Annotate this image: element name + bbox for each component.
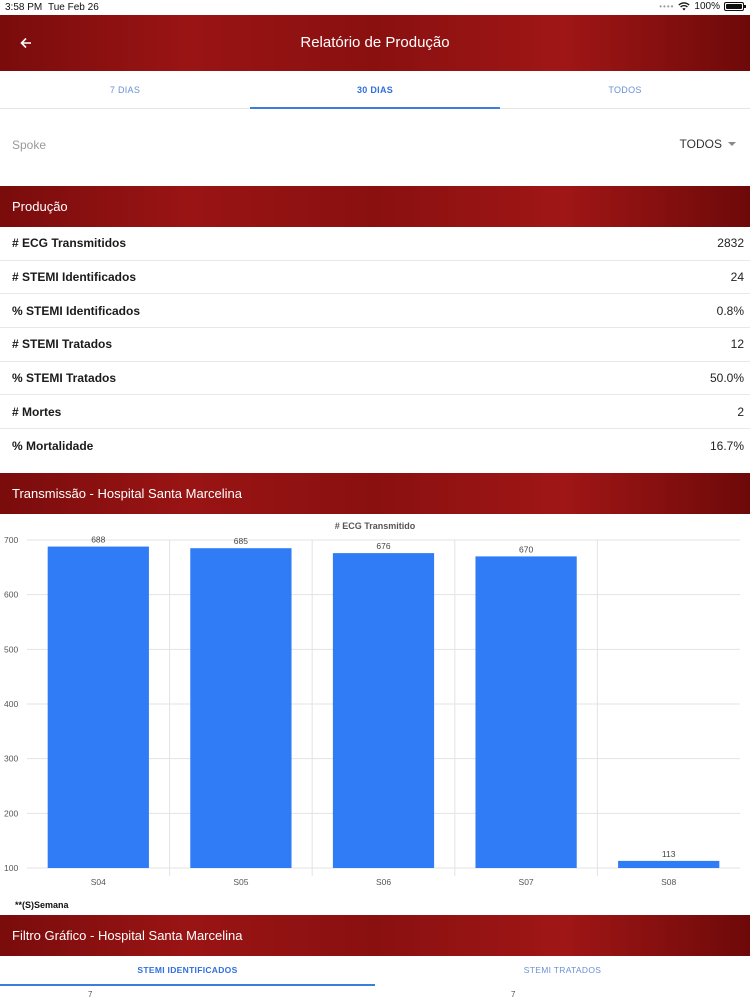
wifi-icon bbox=[678, 2, 691, 11]
y-tick-label: 200 bbox=[4, 808, 18, 818]
status-time: 3:58 PM bbox=[5, 2, 43, 13]
status-right: •••• 100% bbox=[659, 1, 746, 12]
status-date: Tue Feb 26 bbox=[48, 2, 99, 13]
producao-stats: # ECG Transmitidos 2832 # STEMI Identifi… bbox=[0, 227, 750, 463]
stat-row: % Mortalidade 16.7% bbox=[0, 429, 750, 463]
y-tick-label: 300 bbox=[4, 754, 18, 764]
spoke-select[interactable]: TODOS bbox=[680, 137, 736, 151]
stat-row: # Mortes 2 bbox=[0, 395, 750, 430]
bar bbox=[475, 556, 577, 868]
ecg-chart: # ECG Transmitido 100 200 300 400 500 600 700 68… bbox=[0, 514, 750, 915]
tab-stemi-tratados[interactable]: STEMI TRATADOS bbox=[375, 956, 750, 986]
filtro-header: Filtro Gráfico - Hospital Santa Marcelin… bbox=[0, 915, 750, 956]
caret-down-icon bbox=[728, 142, 736, 146]
period-tabs: 7 DIAS 30 DIAS TODOS bbox=[0, 71, 750, 109]
producao-header: Produção bbox=[0, 186, 750, 227]
stat-row: # STEMI Identificados 24 bbox=[0, 261, 750, 295]
bar bbox=[190, 548, 292, 868]
peek-value-left: 7 bbox=[88, 990, 93, 999]
stat-value: 16.7% bbox=[709, 438, 744, 453]
stat-value: 24 bbox=[730, 270, 744, 285]
stat-value: 0.8% bbox=[716, 303, 744, 318]
app-bar: Relatório de Produção bbox=[0, 15, 750, 71]
y-tick-label: 400 bbox=[4, 699, 18, 709]
peek-value-right: 7 bbox=[511, 990, 516, 999]
y-tick-label: 500 bbox=[4, 644, 18, 654]
spoke-label: Spoke bbox=[12, 138, 47, 152]
bar bbox=[618, 860, 720, 868]
status-bar: 3:58 PM Tue Feb 26 •••• 100% bbox=[0, 0, 750, 15]
battery-icon bbox=[724, 2, 746, 11]
stat-label: # Mortes bbox=[12, 404, 62, 419]
spoke-select-value: TODOS bbox=[679, 137, 722, 151]
chart-footnote: **(S)Semana bbox=[15, 900, 69, 910]
stat-label: % Mortalidade bbox=[12, 438, 94, 453]
stat-row: % STEMI Identificados 0.8% bbox=[0, 294, 750, 329]
bar-value-label: 670 bbox=[519, 544, 533, 554]
signal-dots-icon: •••• bbox=[659, 2, 675, 11]
tab-7-dias[interactable]: 7 DIAS bbox=[0, 71, 250, 108]
stat-label: # STEMI Tratados bbox=[12, 337, 113, 352]
filtro-tabs: STEMI IDENTIFICADOS STEMI TRATADOS bbox=[0, 956, 750, 986]
tab-30-dias[interactable]: 30 DIAS bbox=[250, 71, 500, 109]
x-tick-label: S08 bbox=[661, 877, 676, 887]
stat-row: # STEMI Tratados 12 bbox=[0, 328, 750, 362]
y-tick-label: 700 bbox=[4, 535, 18, 545]
ecg-bar-chart: # ECG Transmitido 100 200 300 400 500 600 700 68… bbox=[4, 521, 740, 887]
bar bbox=[332, 553, 435, 868]
stat-row: % STEMI Tratados 50.0% bbox=[0, 362, 750, 396]
spoke-filter-row: Spoke TODOS bbox=[0, 110, 750, 186]
stat-row: # ECG Transmitidos 2832 bbox=[0, 227, 750, 261]
page-title: Relatório de Produção bbox=[300, 34, 450, 51]
stat-value: 2 bbox=[737, 404, 744, 419]
tab-stemi-identificados[interactable]: STEMI IDENTIFICADOS bbox=[0, 956, 375, 986]
bar-value-label: 688 bbox=[91, 535, 105, 545]
chart-title: # ECG Transmitido bbox=[335, 521, 416, 531]
bar-value-label: 685 bbox=[234, 536, 248, 546]
x-tick-label: S05 bbox=[233, 877, 248, 887]
x-tick-label: S07 bbox=[519, 877, 534, 887]
tab-todos[interactable]: TODOS bbox=[500, 71, 750, 108]
bar-value-label: 113 bbox=[662, 849, 676, 859]
stat-label: % STEMI Tratados bbox=[12, 371, 117, 386]
stat-value: 50.0% bbox=[709, 371, 744, 386]
x-tick-label: S04 bbox=[91, 877, 106, 887]
bar bbox=[47, 546, 149, 868]
x-tick-label: S06 bbox=[376, 877, 391, 887]
stat-value: 12 bbox=[730, 337, 744, 352]
battery-percent: 100% bbox=[694, 1, 720, 12]
stat-label: % STEMI Identificados bbox=[12, 303, 141, 318]
y-tick-label: 600 bbox=[4, 590, 18, 600]
stat-value: 2832 bbox=[717, 236, 744, 251]
stat-label: # ECG Transmitidos bbox=[12, 236, 127, 251]
bar-value-label: 676 bbox=[376, 541, 390, 551]
transmissao-header: Transmissão - Hospital Santa Marcelina bbox=[0, 473, 750, 514]
stat-label: # STEMI Identificados bbox=[12, 270, 137, 285]
y-tick-label: 100 bbox=[4, 863, 18, 873]
